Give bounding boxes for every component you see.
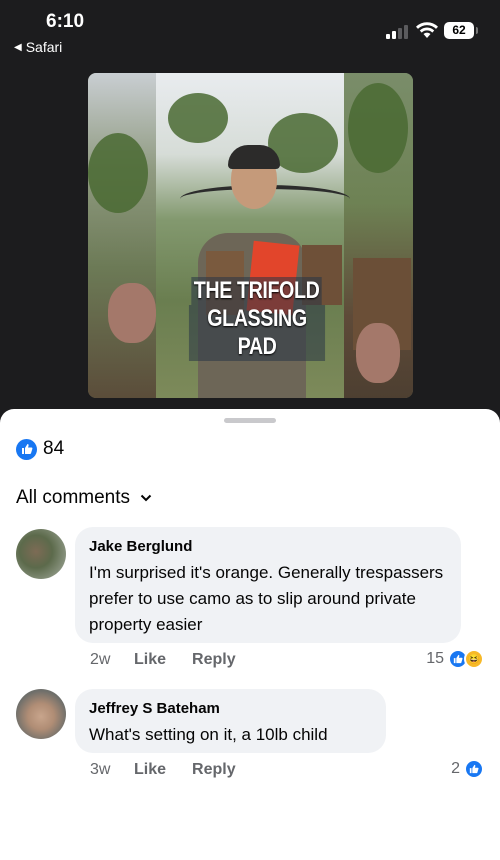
comment-timestamp[interactable]: 3w	[90, 761, 134, 779]
tree-foliage	[348, 83, 408, 173]
video-player[interactable]: THE TRIFOLD GLASSING PAD	[88, 73, 413, 398]
comment-filter-dropdown[interactable]: All comments	[16, 487, 152, 509]
avatar[interactable]	[16, 689, 66, 739]
comment-reaction-count: 2	[451, 760, 460, 777]
battery-indicator: 62	[444, 22, 478, 39]
reaction-summary[interactable]: 84	[16, 438, 64, 460]
reaction-count: 84	[43, 438, 65, 459]
like-button[interactable]: Like	[134, 651, 166, 669]
comments-sheet: 84 All comments Jake Berglund I'm surpri…	[0, 409, 500, 860]
video-caption: THE TRIFOLD GLASSING PAD	[174, 277, 340, 361]
cellular-signal-icon	[386, 25, 408, 39]
sheet-grabber-handle[interactable]	[224, 418, 276, 423]
tree-foliage	[168, 93, 228, 143]
comment-actions: 3w Like Reply	[90, 761, 262, 779]
comment-author[interactable]: Jeffrey S Bateham	[89, 699, 372, 718]
comment-actions: 2w Like Reply	[90, 651, 262, 669]
status-time: 6:10	[46, 11, 85, 32]
person-cap	[228, 145, 280, 169]
comment-text: What's setting on it, a 10lb child	[89, 725, 328, 744]
hand	[356, 323, 400, 383]
comment-reactions[interactable]: 15 😆	[426, 649, 484, 669]
reply-button[interactable]: Reply	[192, 651, 236, 669]
caption-line-2: GLASSING PAD	[188, 305, 326, 361]
like-icon	[464, 759, 484, 779]
back-app-label: Safari	[25, 39, 63, 55]
hand	[108, 283, 156, 343]
comment-text: I'm surprised it's orange. Generally tre…	[89, 563, 444, 634]
chevron-down-icon	[140, 494, 152, 502]
haha-icon: 😆	[464, 649, 484, 669]
comment-reaction-count: 15	[426, 650, 444, 667]
video-panel-left	[88, 73, 156, 398]
back-triangle-icon: ◀	[14, 41, 22, 53]
comment-timestamp[interactable]: 2w	[90, 651, 134, 669]
comment-author[interactable]: Jake Berglund	[89, 537, 447, 556]
comment-filter-label: All comments	[16, 487, 131, 508]
status-bar: 6:10 ◀ Safari 62	[0, 0, 500, 62]
comment-reactions[interactable]: 2	[451, 759, 484, 779]
tree-foliage	[88, 133, 148, 213]
back-to-app-link[interactable]: ◀ Safari	[14, 39, 62, 55]
reply-button[interactable]: Reply	[192, 761, 236, 779]
caption-line-1: THE TRIFOLD	[191, 277, 323, 305]
wifi-icon	[416, 22, 438, 38]
comment-bubble: Jake Berglund I'm surprised it's orange.…	[75, 527, 461, 643]
like-button[interactable]: Like	[134, 761, 166, 779]
avatar[interactable]	[16, 529, 66, 579]
like-icon	[16, 438, 37, 460]
comment-bubble: Jeffrey S Bateham What's setting on it, …	[75, 689, 386, 753]
